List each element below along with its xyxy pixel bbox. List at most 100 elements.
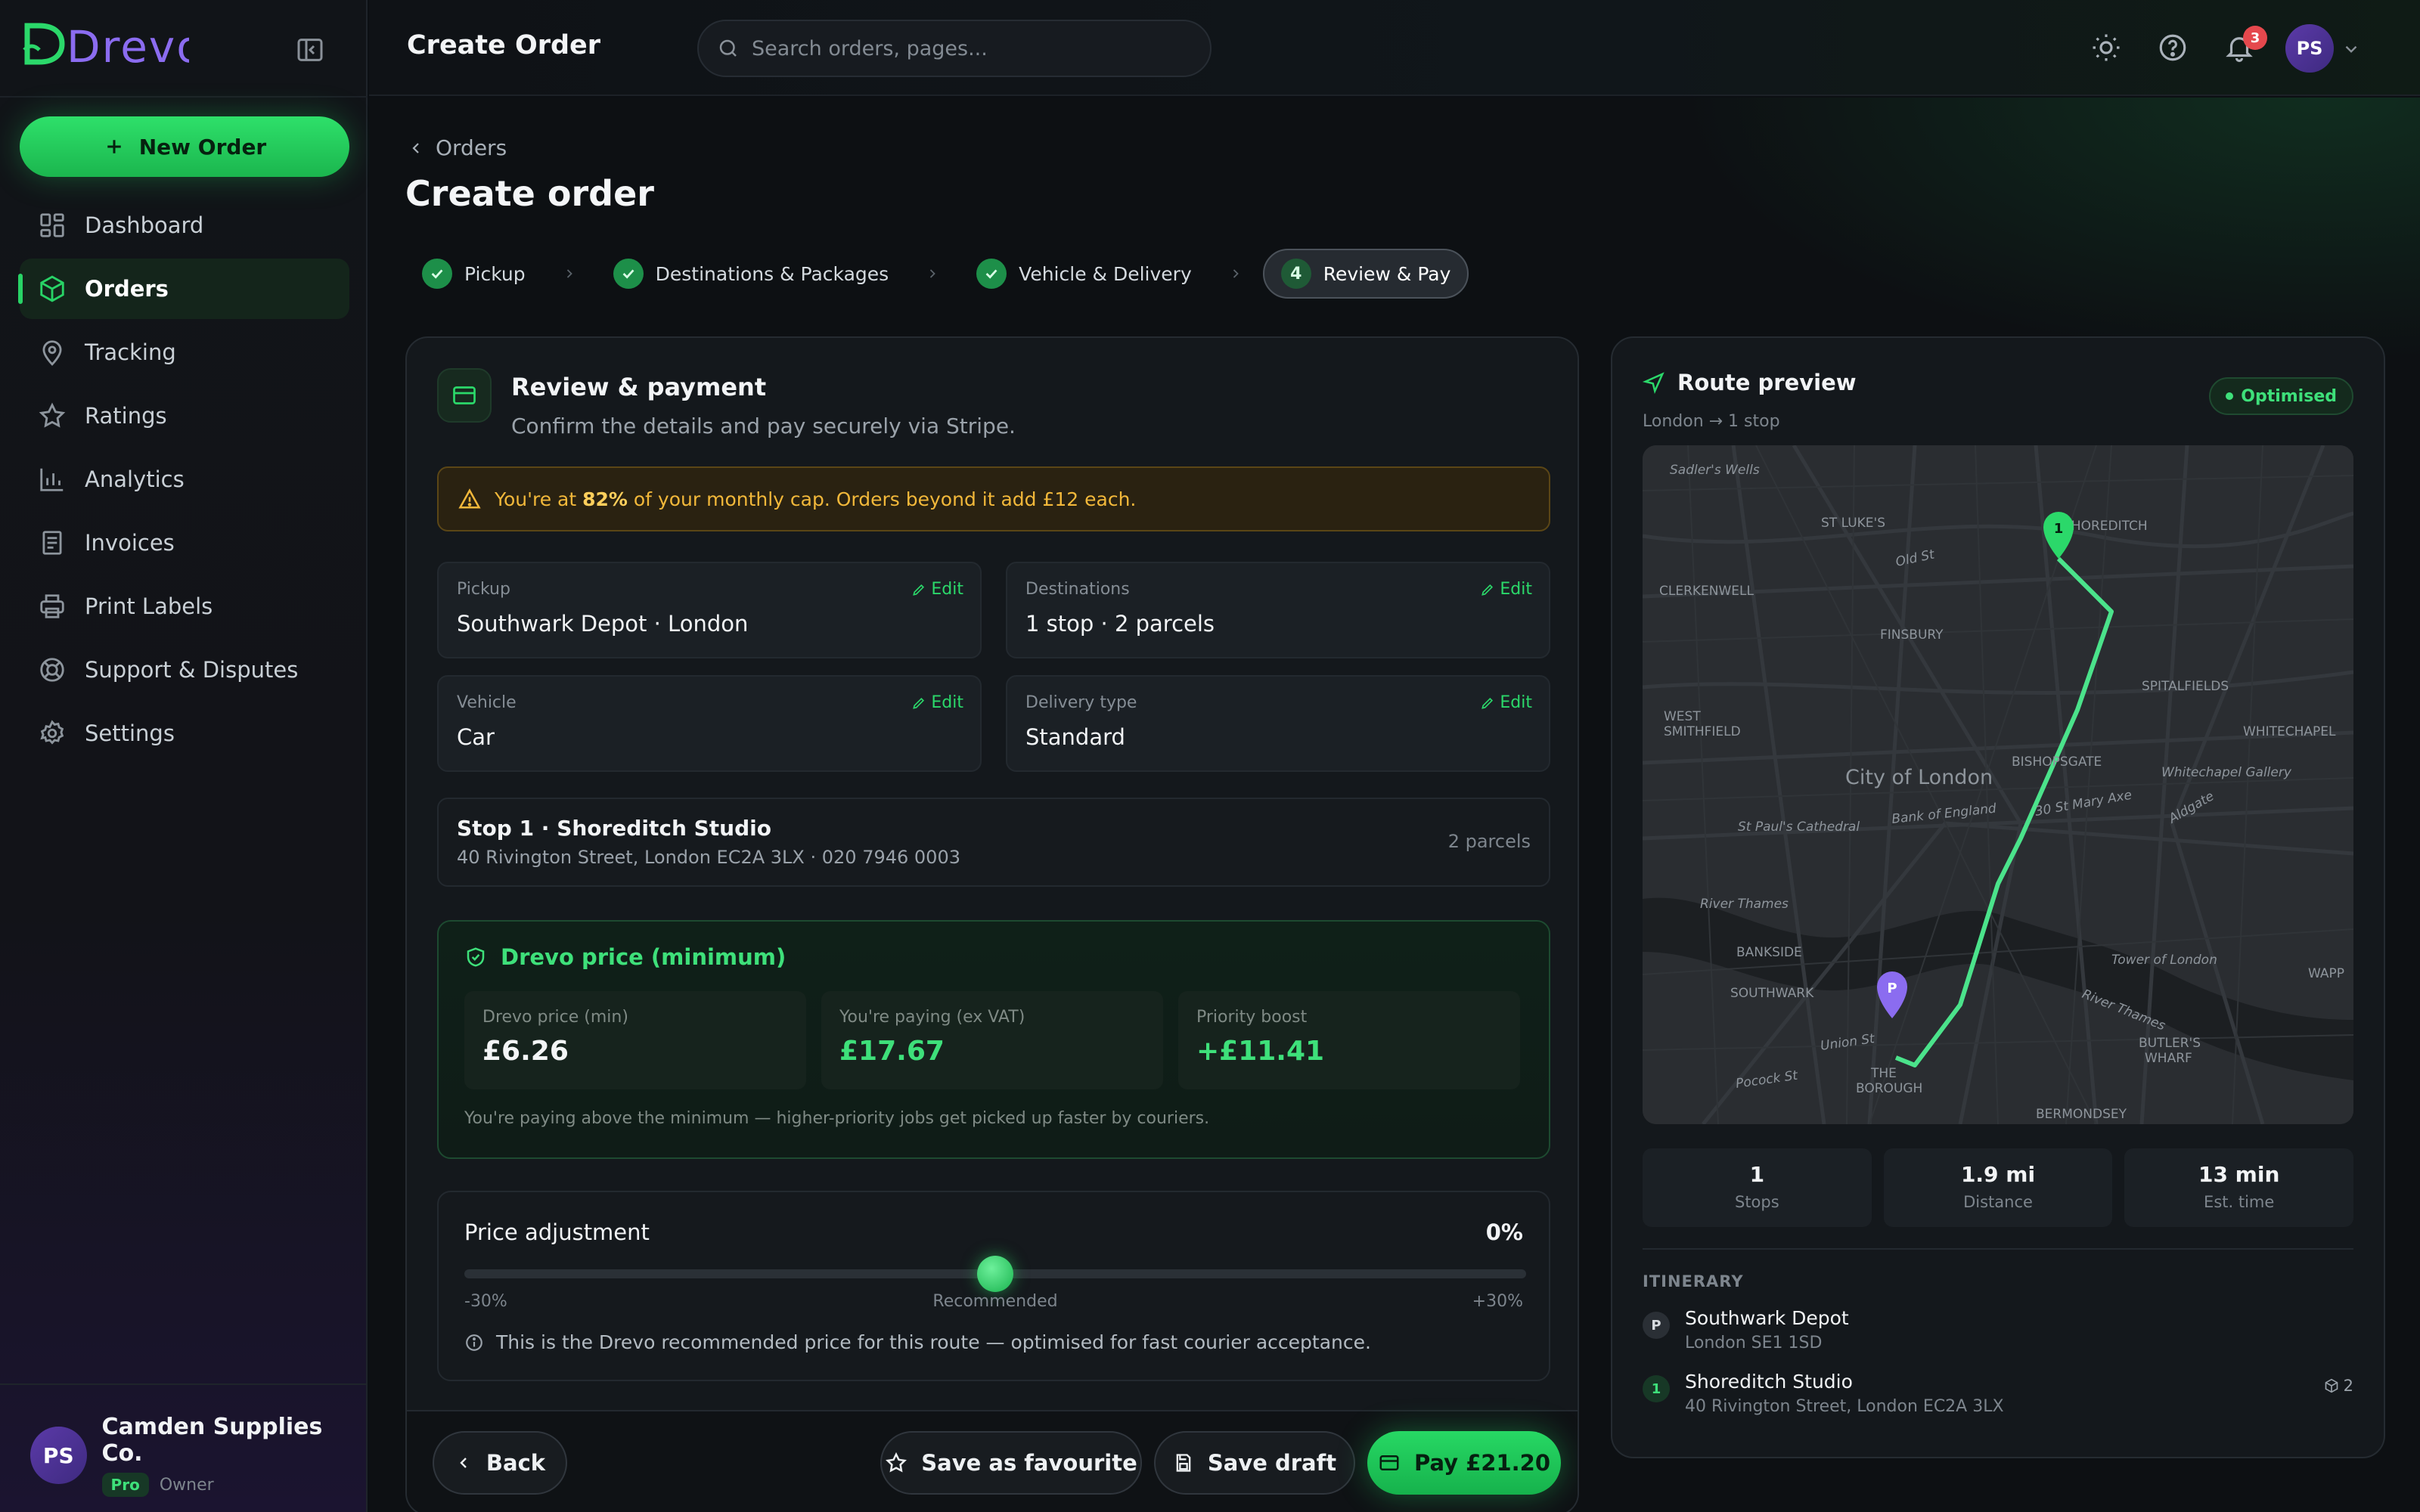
save-favourite-button[interactable]: Save as favourite	[880, 1431, 1142, 1495]
star-icon	[885, 1452, 908, 1474]
pencil-icon	[911, 696, 926, 711]
chevron-down-icon[interactable]	[2341, 39, 2361, 59]
gear-icon	[38, 719, 67, 748]
price-adjustment-title: Price adjustment	[464, 1219, 650, 1245]
pickup-value: Southwark Depot · London	[457, 611, 749, 637]
avatar: PS	[30, 1427, 87, 1484]
edit-pickup-button[interactable]: Edit	[911, 580, 963, 599]
pencil-icon	[1480, 582, 1495, 597]
edit-delivery-type-button[interactable]: Edit	[1480, 693, 1532, 712]
vehicle-summary: Vehicle Car Edit	[437, 675, 982, 772]
price-adjustment-value: 0%	[1485, 1219, 1523, 1245]
route-map[interactable]: Sadler's Wells ST LUKE'S SHOREDITCH CLER…	[1643, 445, 2353, 1124]
drevo-logo[interactable]: Drevo	[23, 20, 203, 73]
action-bar: Back Save as favourite Save draft Pay £2…	[407, 1410, 1578, 1512]
itinerary-item-pickup[interactable]: P Southwark Depot London SE1 1SD	[1643, 1307, 2353, 1352]
min-price-box: Drevo price (min) £6.26	[464, 991, 806, 1089]
itinerary-name: Southwark Depot	[1685, 1307, 1849, 1329]
check-icon	[422, 259, 452, 289]
chevron-right-icon	[562, 266, 577, 281]
search-input[interactable]	[752, 36, 1175, 60]
sidebar-item-analytics[interactable]: Analytics	[20, 449, 349, 510]
map-label: WAPP	[2308, 966, 2344, 981]
pickup-label: Pickup	[457, 580, 510, 599]
sidebar-item-ratings[interactable]: Ratings	[20, 386, 349, 446]
stop-summary: Stop 1 · Shoreditch Studio 40 Rivington …	[437, 798, 1550, 887]
user-avatar[interactable]: PS	[2285, 24, 2334, 73]
sidebar-item-support[interactable]: Support & Disputes	[20, 640, 349, 700]
help-icon[interactable]	[2157, 32, 2189, 64]
edit-destinations-button[interactable]: Edit	[1480, 580, 1532, 599]
step-label: Vehicle & Delivery	[1019, 262, 1192, 285]
map-pin-icon	[38, 338, 67, 367]
divider	[0, 1383, 368, 1385]
svg-text:1: 1	[2054, 521, 2064, 537]
sidebar-item-tracking[interactable]: Tracking	[20, 322, 349, 383]
route-subtitle: London → 1 stop	[1643, 412, 1780, 431]
package-icon	[2324, 1378, 2339, 1393]
account-card[interactable]: PS Camden Supplies Co. Pro Owner	[30, 1414, 366, 1497]
sidebar-item-dashboard[interactable]: Dashboard	[20, 195, 349, 256]
chevron-left-icon	[455, 1454, 473, 1472]
itinerary-item-stop-1[interactable]: 1 Shoreditch Studio 40 Rivington Street,…	[1643, 1371, 2353, 1416]
destinations-summary: Destinations 1 stop · 2 parcels Edit	[1006, 562, 1550, 658]
map-label: River Thames	[1700, 897, 1789, 912]
save-draft-button[interactable]: Save draft	[1154, 1431, 1355, 1495]
step-label: Pickup	[464, 262, 526, 285]
stop-marker: 1	[1643, 1375, 1670, 1402]
vehicle-value: Car	[457, 724, 495, 750]
sidebar-item-invoices[interactable]: Invoices	[20, 513, 349, 573]
box-icon	[38, 274, 67, 303]
navigation-arrow-icon	[1643, 371, 1665, 394]
org-name: Camden Supplies Co.	[101, 1414, 323, 1467]
itinerary-title: ITINERARY	[1643, 1272, 1744, 1290]
itinerary-address: 40 Rivington Street, London EC2A 3LX	[1685, 1397, 2004, 1416]
breadcrumb-orders[interactable]: Orders	[436, 135, 507, 160]
pencil-icon	[911, 582, 926, 597]
step-pickup[interactable]: Pickup	[405, 249, 542, 299]
sidebar-item-print-labels[interactable]: Print Labels	[20, 576, 349, 637]
panel-title: Review & payment	[511, 373, 767, 401]
step-number: 4	[1280, 259, 1311, 289]
warning-triangle-icon	[458, 488, 481, 510]
search-bar[interactable]	[697, 20, 1212, 77]
map-label: WEST	[1664, 709, 1701, 724]
search-icon	[717, 37, 740, 60]
sidebar-item-orders[interactable]: Orders	[18, 259, 349, 319]
chevron-right-icon	[1228, 266, 1243, 281]
min-price-label: Drevo price (min)	[482, 1008, 628, 1027]
price-title: Drevo price (minimum)	[501, 944, 786, 970]
price-adjustment-card: Price adjustment 0% -30% Recommended +30…	[437, 1191, 1550, 1381]
divider	[1643, 1248, 2353, 1250]
map-label: THE	[1870, 1066, 1897, 1081]
step-destinations[interactable]: Destinations & Packages	[597, 249, 906, 299]
map-label: BISHOPSGATE	[2012, 754, 2102, 770]
sidebar-nav: Dashboard Orders Tracking Ratings Analyt…	[18, 195, 349, 767]
sidebar-item-label: Analytics	[85, 466, 185, 492]
sidebar-collapse-icon[interactable]	[295, 35, 325, 65]
step-label: Destinations & Packages	[655, 262, 889, 285]
step-vehicle[interactable]: Vehicle & Delivery	[960, 249, 1208, 299]
back-button[interactable]: Back	[433, 1431, 567, 1495]
step-label: Review & Pay	[1323, 262, 1451, 285]
step-review-pay[interactable]: 4 Review & Pay	[1262, 249, 1469, 299]
price-note: You're paying above the minimum — higher…	[464, 1109, 1210, 1128]
bar-chart-icon	[38, 465, 67, 494]
sidebar-item-label: Invoices	[85, 530, 175, 556]
panel-subtitle: Confirm the details and pay securely via…	[511, 414, 1016, 438]
theme-toggle-icon[interactable]	[2090, 32, 2122, 64]
breadcrumb[interactable]: Orders	[407, 135, 507, 160]
map-label: City of London	[1845, 766, 1993, 789]
price-adjustment-slider-thumb[interactable]	[977, 1256, 1013, 1292]
invoice-icon	[38, 528, 67, 557]
route-title: Route preview	[1677, 370, 1857, 395]
check-icon	[976, 259, 1007, 289]
pay-button[interactable]: Pay £21.20	[1367, 1431, 1561, 1495]
new-order-button[interactable]: New Order	[20, 116, 349, 177]
map-label: WHARF	[2145, 1051, 2192, 1066]
info-icon	[464, 1333, 484, 1352]
stat-distance: 1.9 mi Distance	[1883, 1148, 2113, 1227]
sidebar-item-settings[interactable]: Settings	[20, 703, 349, 764]
sidebar: Drevo New Order Dashboard Orders Trackin…	[0, 0, 368, 1512]
edit-vehicle-button[interactable]: Edit	[911, 693, 963, 712]
